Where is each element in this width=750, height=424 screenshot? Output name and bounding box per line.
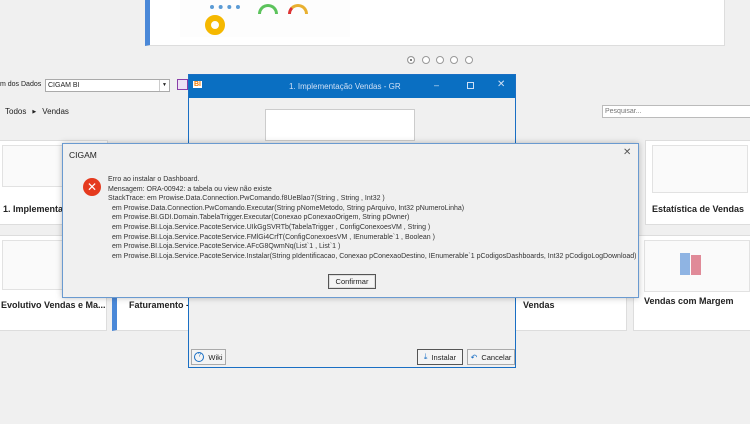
carousel-dot-5[interactable] xyxy=(465,56,473,64)
card-title: Estatística de Vendas xyxy=(652,204,745,214)
breadcrumb-current[interactable]: Vendas xyxy=(42,107,69,117)
maximize-icon[interactable] xyxy=(467,82,474,89)
card-title: Vendas com Margem xyxy=(644,296,734,306)
minimize-icon[interactable]: – xyxy=(434,80,439,90)
chevron-down-icon[interactable]: ▼ xyxy=(159,80,169,91)
install-button[interactable]: ⤓ Instalar xyxy=(417,349,463,365)
wiki-label: Wiki xyxy=(208,352,223,362)
carousel-dot-1[interactable] xyxy=(407,56,415,64)
dashboard-card[interactable]: Vendas com Margem xyxy=(633,235,750,331)
error-icon: ✕ xyxy=(83,178,101,196)
error-message: Erro ao instalar o Dashboard. Mensagem: … xyxy=(108,175,637,261)
data-source-label: m dos Dados xyxy=(0,81,42,88)
error-line: em Prowise.BI.Loja.Service.PacoteService… xyxy=(112,233,435,241)
error-line: em Prowise.BI.Loja.Service.PacoteService… xyxy=(112,252,637,260)
preview-image xyxy=(265,109,415,141)
download-icon: ⤓ xyxy=(423,352,428,361)
card-title: Evolutivo Vendas e Ma... xyxy=(1,300,105,310)
confirm-button[interactable]: Confirmar xyxy=(328,274,376,289)
carousel-dot-3[interactable] xyxy=(436,56,444,64)
error-dialog-title: CIGAM xyxy=(69,150,97,160)
error-line: Mensagem: ORA-00942: a tabela ou view nã… xyxy=(108,185,272,193)
close-icon[interactable]: ✕ xyxy=(623,147,631,158)
cancel-label: Cancelar xyxy=(481,352,512,362)
error-line: StackTrace: em Prowise.Data.Connection.P… xyxy=(108,195,385,203)
chevron-right-icon: ▶ xyxy=(32,109,37,115)
breadcrumb-root[interactable]: Todos xyxy=(5,107,26,117)
card-thumbnail xyxy=(652,145,748,193)
wiki-button[interactable]: ? Wiki xyxy=(191,349,226,365)
error-line: em Prowise.Data.Connection.PwComando.Exe… xyxy=(112,204,465,212)
close-icon[interactable]: ✕ xyxy=(497,79,505,90)
dialog-title: 1. Implementação Vendas - GR xyxy=(289,82,401,91)
install-label: Instalar xyxy=(431,352,457,362)
card-title: Vendas xyxy=(523,300,555,310)
data-source-value: CIGAM BI xyxy=(48,82,80,89)
undo-icon: ↶ xyxy=(470,352,478,362)
dashboard-card[interactable]: Estatística de Vendas xyxy=(645,140,750,225)
save-icon[interactable] xyxy=(177,79,188,90)
carousel-dot-4[interactable] xyxy=(450,56,458,64)
error-line: em Prowise.BI.GDI.Domain.TabelaTrigger.E… xyxy=(112,214,410,222)
title-bar: BI 1. Implementação Vendas - GR – ✕ xyxy=(189,75,515,98)
card-title: Faturamento - xyxy=(129,300,190,310)
search-input[interactable] xyxy=(602,105,750,118)
bi-logo: BI xyxy=(193,81,202,88)
error-line: em Prowise.BI.Loja.Service.PacoteService… xyxy=(112,223,431,231)
banner-preview-image xyxy=(180,0,350,37)
data-source-select[interactable]: CIGAM BI ▼ xyxy=(45,79,170,92)
error-line: Erro ao instalar o Dashboard. xyxy=(108,176,200,183)
carousel-dot-2[interactable] xyxy=(422,56,430,64)
cancel-button[interactable]: ↶ Cancelar xyxy=(467,349,515,365)
featured-dashboard-banner[interactable] xyxy=(145,0,725,46)
help-icon: ? xyxy=(194,352,205,362)
card-thumbnail xyxy=(644,240,750,292)
error-dialog: CIGAM ✕ ✕ Erro ao instalar o Dashboard. … xyxy=(62,143,639,298)
error-line: em Prowise.BI.Loja.Service.PacoteService… xyxy=(112,243,341,251)
breadcrumb: Todos ▶ Vendas xyxy=(5,107,69,117)
